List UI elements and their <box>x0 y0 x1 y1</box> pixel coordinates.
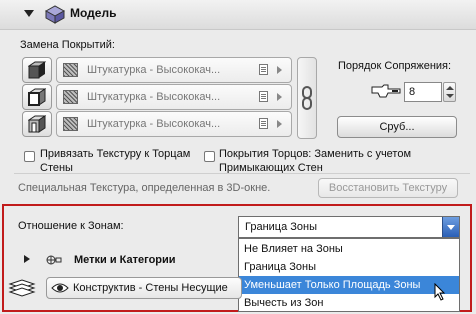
divider <box>14 173 470 174</box>
section-title: Модель <box>70 6 117 20</box>
stepper-up-icon[interactable] <box>446 86 454 90</box>
zones-dropdown-list: Не Влияет на Зоны Граница Зоны Уменьшает… <box>238 238 460 312</box>
zones-select[interactable]: Граница Зоны <box>238 216 460 238</box>
material-swatch <box>63 90 78 104</box>
zones-option-highlighted[interactable]: Уменьшает Только Площадь Зоны <box>239 276 459 294</box>
surface-top-button[interactable] <box>22 57 52 83</box>
tags-section-header[interactable]: Метки и Категории <box>16 250 236 270</box>
eye-icon[interactable] <box>51 281 69 295</box>
edge-override-checkbox[interactable] <box>204 151 215 162</box>
material-swatch <box>63 63 78 77</box>
layers-icon <box>8 279 36 297</box>
texture-align-checkbox[interactable] <box>24 151 35 162</box>
collapse-triangle-icon[interactable] <box>24 10 34 17</box>
expand-triangle-icon[interactable] <box>24 255 30 263</box>
link-chain-button[interactable] <box>297 57 317 139</box>
zones-option[interactable]: Вычесть из Зон <box>239 294 459 312</box>
document-icon <box>259 91 268 102</box>
layer-row: Конструктив - Стены Несущие <box>6 276 242 300</box>
material-name: Штукатурка - Высококач... <box>87 91 221 103</box>
arrow-right-icon[interactable] <box>277 93 282 101</box>
order-stepper[interactable] <box>443 82 456 102</box>
surface-material-field-3[interactable]: Штукатурка - Высококач... <box>56 111 292 137</box>
surface-edge-button[interactable] <box>22 111 52 137</box>
zones-label: Отношение к Зонам: <box>18 220 124 232</box>
arrow-right-icon[interactable] <box>277 66 282 74</box>
special-texture-note: Специальная Текстура, определенная в 3D-… <box>18 182 271 194</box>
cross-section-button[interactable]: Сруб... <box>337 116 457 138</box>
zones-selected-value: Граница Зоны <box>245 221 318 233</box>
surface-material-field-2[interactable]: Штукатурка - Высококач... <box>56 84 292 110</box>
surfaces-label: Замена Покрытий: <box>20 39 115 51</box>
texture-align-label-1: Привязать Текстуру к Торцам <box>40 148 191 160</box>
surface-top-icon <box>28 61 46 79</box>
hand-pointer-icon <box>371 84 401 98</box>
layer-value: Конструктив - Стены Несущие <box>73 282 228 294</box>
stepper-down-icon[interactable] <box>446 94 454 98</box>
model-section-header[interactable]: Модель <box>0 0 476 30</box>
document-icon <box>259 118 268 129</box>
document-icon <box>259 64 268 75</box>
edge-override-label-1: Покрытия Торцов: Заменить с учетом <box>219 148 412 160</box>
model-cube-icon <box>44 5 66 24</box>
dropdown-arrow-icon[interactable] <box>442 217 459 237</box>
layer-select[interactable]: Конструктив - Стены Несущие <box>46 277 242 299</box>
settings-panel: Модель Замена Покрытий: Штукатурка - Выс… <box>0 0 476 314</box>
zones-option[interactable]: Граница Зоны <box>239 258 459 276</box>
surface-edge-icon <box>28 115 46 133</box>
zones-option[interactable]: Не Влияет на Зоны <box>239 240 459 258</box>
chain-link-icon <box>302 86 312 110</box>
surface-material-field-1[interactable]: Штукатурка - Высококач... <box>56 57 292 83</box>
tags-icon <box>46 255 62 265</box>
surface-side-icon <box>28 88 46 106</box>
tags-section-title: Метки и Категории <box>74 254 176 266</box>
material-name: Штукатурка - Высококач... <box>87 118 221 130</box>
surface-side-button[interactable] <box>22 84 52 110</box>
restore-texture-button[interactable]: Восстановить Текстуру <box>318 178 458 198</box>
mouse-cursor-icon <box>434 283 446 301</box>
order-label: Порядок Сопряжения: <box>338 60 452 72</box>
arrow-right-icon[interactable] <box>277 120 282 128</box>
material-swatch <box>63 117 78 131</box>
order-input[interactable]: 8 <box>404 82 442 102</box>
material-name: Штукатурка - Высококач... <box>87 64 221 76</box>
